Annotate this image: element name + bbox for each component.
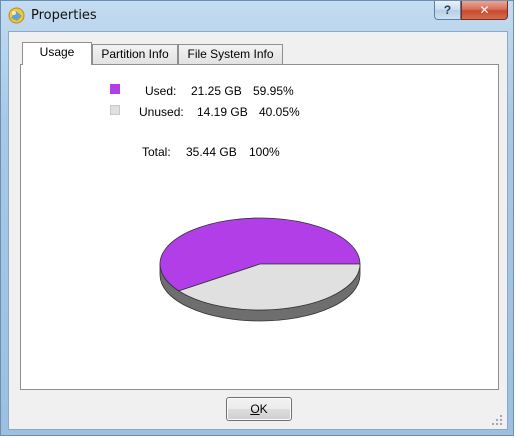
tab-file-system-info[interactable]: File System Info [178,44,283,64]
usage-panel: Used: 21.25 GB 59.95% Unused: 14.19 GB 4… [20,64,499,390]
close-button[interactable]: ✕ [461,1,508,20]
tab-partition-info-label: Partition Info [101,47,169,61]
usage-pie-chart [159,217,361,322]
ok-button[interactable]: OK [226,397,292,421]
properties-window: Properties ? ✕ Usage Partition Info File… [0,0,514,436]
tab-usage[interactable]: Usage [22,42,92,65]
tab-usage-label: Usage [39,45,75,59]
help-button[interactable]: ? [434,1,461,20]
tab-partition-info[interactable]: Partition Info [92,44,178,64]
title-bar[interactable]: Properties ? ✕ [1,1,513,31]
help-icon: ? [443,3,452,17]
ok-button-label: K [259,402,268,416]
app-icon [8,7,25,24]
window-title: Properties [31,8,97,23]
dialog-client-area: Usage Partition Info File System Info Us… [8,31,508,430]
resize-grip-icon[interactable] [491,414,503,426]
tab-file-system-info-label: File System Info [187,47,274,61]
close-icon: ✕ [479,3,490,17]
ok-button-mnemonic: O [250,402,260,416]
